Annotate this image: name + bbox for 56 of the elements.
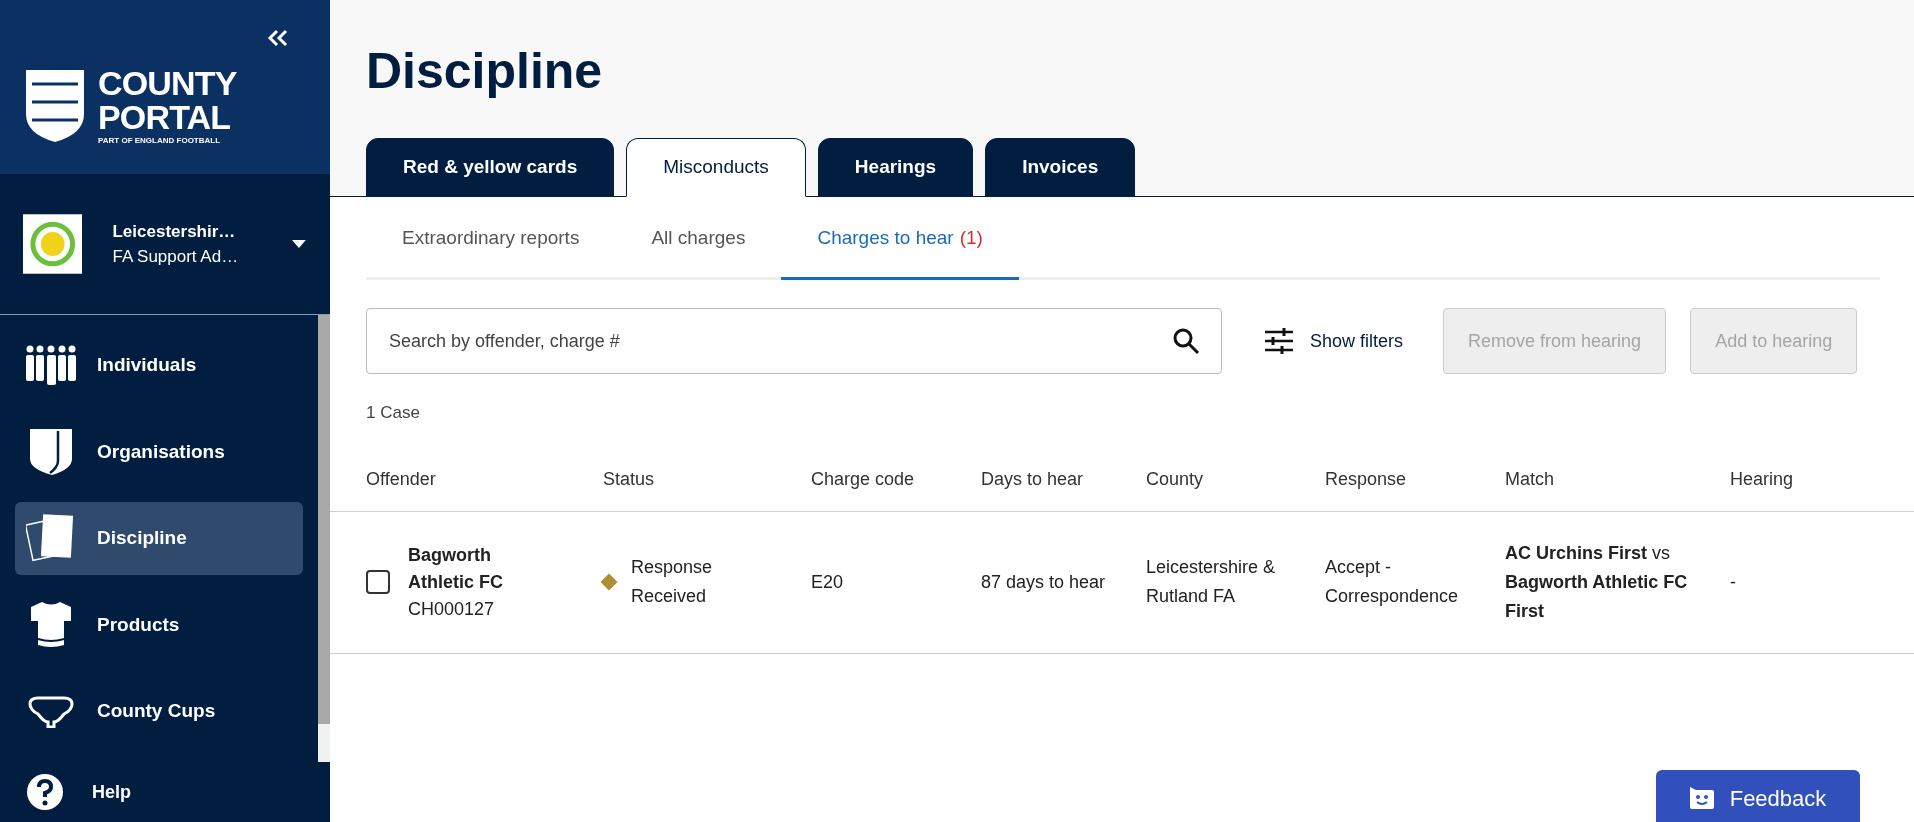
column-header: County [1146,467,1205,491]
county-name: Leicestershire & Rutland FA [1146,556,1277,608]
people-icon [25,345,77,386]
page-title: Discipline [366,46,604,96]
dropdown-caret-icon [291,239,307,249]
show-filters-button[interactable]: Show filters [1264,327,1404,355]
days-to-hear: 87 days to hear [981,571,1106,592]
tab[interactable]: Invoices [985,138,1136,197]
show-filters-label: Show filters [1310,329,1404,353]
tab[interactable]: Hearings [817,138,974,197]
column-header: Charge code [811,467,916,491]
search-field[interactable]: Search by offender, charge # [366,308,1222,374]
nav-item[interactable]: County Cups [15,675,303,748]
help-icon [26,773,64,811]
column-header: Response [1325,467,1408,491]
sliders-icon [1264,328,1294,354]
subtab[interactable]: Extraordinary reports [366,200,616,280]
logo-text: COUNTY [98,66,237,100]
account-role: FA Support Ad… [112,246,240,268]
cards-icon [26,514,76,563]
column-header: Match [1505,467,1556,491]
help-link[interactable]: Help [0,762,330,822]
column-header: Hearing [1730,467,1795,491]
help-label: Help [92,780,131,804]
feedback-button[interactable]: Feedback [1656,770,1860,822]
nav-item[interactable]: Discipline [15,502,303,575]
case-count: 1 Case [366,402,421,424]
account-name: Leicestershir… [112,220,237,243]
hearing-text: - [1730,571,1736,592]
nav-item[interactable]: Individuals [15,329,303,402]
feedback-label: Feedback [1729,784,1827,813]
nav-item[interactable]: Products [15,588,303,662]
logo-text: PORTAL [98,100,232,134]
tab[interactable]: Red & yellow cards [366,138,615,197]
charge-number: CH000127 [408,597,496,621]
offender-name: Bagworth Athletic FC [408,543,504,594]
trophy-icon [28,695,74,728]
column-header: Days to hear [981,467,1085,491]
account-switcher[interactable]: Leicestershir… FA Support Ad… [0,174,330,315]
subtab[interactable]: All charges [615,200,782,280]
county-badge-icon [23,214,83,274]
status-text: Response Received [631,556,714,608]
smiley-chat-icon [1689,787,1714,809]
nav-item[interactable]: Organisations [15,415,303,489]
row-checkbox[interactable] [366,570,390,594]
column-header: Status [603,467,656,491]
tab[interactable]: Misconducts [626,138,806,197]
logo-tagline: PART OF ENGLAND FOOTBALL [98,137,222,145]
column-header: Offender [366,467,437,491]
match-text: AC Urchins First vs Bagworth Athletic FC First [1505,541,1689,623]
subtab[interactable]: Charges to hear (1) [781,200,1019,280]
shirt-icon [30,601,72,650]
shield-icon [28,426,74,477]
response-text: Accept - Correspondence [1325,556,1460,608]
search-icon [1172,327,1200,355]
charge-code: E20 [811,571,844,592]
